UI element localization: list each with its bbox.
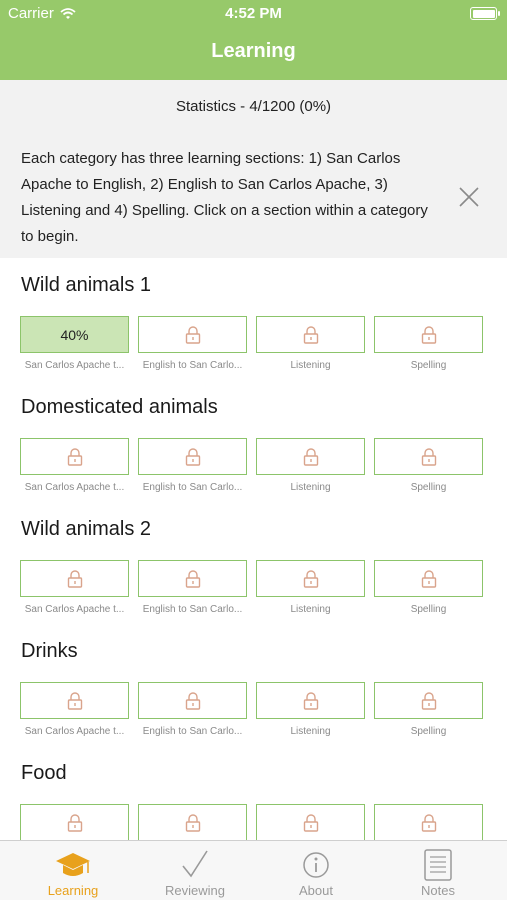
lock-icon	[421, 691, 436, 710]
section-label: English to San Carlo...	[142, 726, 243, 737]
lock-icon	[303, 325, 318, 344]
tab-label: Notes	[421, 883, 455, 898]
section-tile-apache-to-english[interactable]: 40%	[20, 316, 129, 353]
section-label: Listening	[290, 482, 331, 493]
tab-label: Reviewing	[165, 883, 225, 898]
section-tile-listening[interactable]	[256, 438, 365, 475]
info-icon	[303, 852, 329, 878]
section-label: San Carlos Apache t...	[24, 604, 125, 615]
section-tile-listening[interactable]	[256, 804, 365, 841]
tab-reviewing[interactable]: Reviewing	[132, 841, 258, 900]
section-tile-spelling[interactable]	[374, 682, 483, 719]
section-label: Listening	[290, 360, 331, 371]
category-title: Drinks	[21, 640, 78, 662]
notes-icon	[424, 849, 452, 881]
section-tile-spelling[interactable]	[374, 438, 483, 475]
tab-bar: Learning Reviewing About Notes	[0, 840, 507, 900]
lock-icon	[185, 569, 200, 588]
lock-icon	[421, 325, 436, 344]
section-tile-listening[interactable]	[256, 560, 365, 597]
lock-icon	[185, 447, 200, 466]
section-tile-spelling[interactable]	[374, 560, 483, 597]
lock-icon	[303, 813, 318, 832]
lock-icon	[303, 691, 318, 710]
section-tile-apache-to-english[interactable]	[20, 438, 129, 475]
section-tile-spelling[interactable]	[374, 804, 483, 841]
section-label: Spelling	[410, 726, 447, 737]
header: Carrier 4:52 PM Learning	[0, 0, 507, 80]
lock-icon	[421, 569, 436, 588]
section-tile-apache-to-english[interactable]	[20, 560, 129, 597]
tab-about[interactable]: About	[253, 841, 379, 900]
category-title: Wild animals 1	[21, 274, 152, 296]
lock-icon	[303, 569, 318, 588]
section-tile-english-to-apache[interactable]	[138, 560, 247, 597]
category-title: Food	[21, 762, 67, 784]
section-label: Spelling	[410, 482, 447, 493]
progress-percent: 40%	[60, 326, 89, 343]
section-tile-english-to-apache[interactable]	[138, 682, 247, 719]
battery-icon	[470, 7, 500, 20]
graduation-cap-icon	[56, 853, 90, 876]
section-label: English to San Carlo...	[142, 482, 243, 493]
section-tile-apache-to-english[interactable]	[20, 682, 129, 719]
section-label: Spelling	[410, 360, 447, 371]
lock-icon	[67, 813, 82, 832]
section-tile-english-to-apache[interactable]	[138, 438, 247, 475]
checkmark-icon	[182, 850, 208, 878]
lock-icon	[303, 447, 318, 466]
tab-label: About	[299, 883, 333, 898]
status-time: 4:52 PM	[225, 5, 282, 22]
section-tile-apache-to-english[interactable]	[20, 804, 129, 841]
section-label: Spelling	[410, 604, 447, 615]
instructions-text: Each category has three learning section…	[21, 150, 428, 245]
info-panel: Statistics - 4/1200 (0%) Each category h…	[0, 80, 507, 258]
lock-icon	[185, 691, 200, 710]
category-title: Domesticated animals	[21, 396, 218, 418]
section-tile-listening[interactable]	[256, 316, 365, 353]
lock-icon	[67, 569, 82, 588]
lock-icon	[67, 447, 82, 466]
tab-label: Learning	[47, 883, 99, 898]
lock-icon	[421, 447, 436, 466]
status-bar: Carrier 4:52 PM	[0, 0, 507, 28]
close-icon[interactable]	[456, 184, 482, 210]
lock-icon	[421, 813, 436, 832]
lock-icon	[185, 813, 200, 832]
section-label: English to San Carlo...	[142, 360, 243, 371]
section-tile-english-to-apache[interactable]	[138, 316, 247, 353]
statistics-label: Statistics - 4/1200 (0%)	[175, 98, 332, 115]
category-title: Wild animals 2	[21, 518, 152, 540]
lock-icon	[67, 691, 82, 710]
section-label: Listening	[290, 604, 331, 615]
section-label: English to San Carlo...	[142, 604, 243, 615]
page-title: Learning	[211, 40, 296, 62]
tab-learning[interactable]: Learning	[10, 841, 136, 900]
section-label: Listening	[290, 726, 331, 737]
section-tile-listening[interactable]	[256, 682, 365, 719]
lock-icon	[185, 325, 200, 344]
section-tile-spelling[interactable]	[374, 316, 483, 353]
section-tile-english-to-apache[interactable]	[138, 804, 247, 841]
section-label: San Carlos Apache t...	[24, 726, 125, 737]
tab-notes[interactable]: Notes	[375, 841, 501, 900]
section-label: San Carlos Apache t...	[24, 482, 125, 493]
section-label: San Carlos Apache t...	[24, 360, 125, 371]
